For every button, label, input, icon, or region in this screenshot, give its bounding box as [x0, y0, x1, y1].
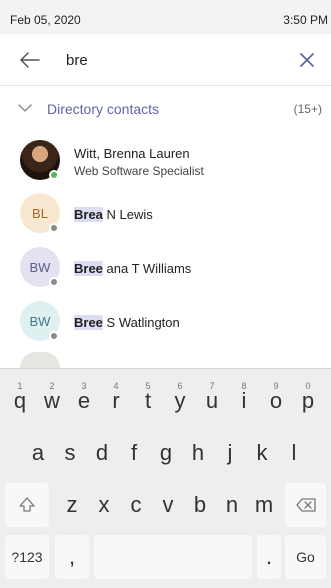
key-v[interactable]: v — [153, 483, 183, 527]
status-time: 3:50 PM — [283, 13, 328, 27]
search-bar — [0, 34, 331, 86]
directory-contacts-header[interactable]: Directory contacts (15+) — [0, 96, 331, 122]
status-bar: Feb 05, 2020 3:50 PM — [0, 0, 331, 34]
backspace-icon — [295, 498, 316, 512]
key-y[interactable]: 6y — [165, 379, 195, 423]
key-n[interactable]: n — [217, 483, 247, 527]
search-input[interactable] — [66, 48, 266, 72]
match-highlight: Bree — [74, 315, 103, 330]
contact-name-rest: ana T Williams — [102, 261, 192, 276]
contact-row[interactable]: Witt, Brenna Lauren Web Software Special… — [0, 136, 331, 188]
key-h[interactable]: h — [183, 431, 213, 475]
contact-name-rest: N Lewis — [102, 207, 153, 222]
key-b[interactable]: b — [185, 483, 215, 527]
key-w[interactable]: 2w — [37, 379, 67, 423]
key-d[interactable]: d — [87, 431, 117, 475]
contact-name-text: Witt, Brenna Lauren — [74, 146, 190, 161]
backspace-key[interactable] — [285, 483, 326, 527]
key-g[interactable]: g — [151, 431, 181, 475]
key-m[interactable]: m — [249, 483, 279, 527]
key-u[interactable]: 7u — [197, 379, 227, 423]
key-l[interactable]: l — [279, 431, 309, 475]
keyboard: 1q 2w 3e 4r 5t 6y 7u 8i 9o 0p a s d f g … — [0, 368, 331, 588]
contact-row[interactable]: BW Bree ana T Williams — [0, 243, 331, 295]
key-q[interactable]: 1q — [5, 379, 35, 423]
contact-role: Web Software Specialist — [74, 164, 204, 178]
contact-row[interactable]: BL Brea N Lewis — [0, 189, 331, 241]
period-key[interactable]: . — [257, 535, 281, 579]
arrow-left-icon[interactable] — [17, 47, 43, 73]
presence-offline-icon — [49, 331, 59, 341]
section-count: (15+) — [293, 102, 322, 116]
key-e[interactable]: 3e — [69, 379, 99, 423]
comma-key[interactable]: , — [55, 535, 89, 579]
go-key[interactable]: Go — [285, 535, 326, 579]
contact-name: Brea N Lewis — [74, 207, 153, 222]
key-j[interactable]: j — [215, 431, 245, 475]
contact-name-rest: S Watlington — [102, 315, 180, 330]
presence-offline-icon — [49, 277, 59, 287]
contact-name: Bree S Watlington — [74, 315, 180, 330]
shift-icon — [19, 497, 35, 512]
key-c[interactable]: c — [121, 483, 151, 527]
key-r[interactable]: 4r — [101, 379, 131, 423]
key-o[interactable]: 9o — [261, 379, 291, 423]
status-date: Feb 05, 2020 — [10, 13, 81, 27]
key-z[interactable]: z — [57, 483, 87, 527]
symbols-key[interactable]: ?123 — [5, 535, 49, 579]
contact-name: Witt, Brenna Lauren — [74, 146, 190, 161]
key-k[interactable]: k — [247, 431, 277, 475]
match-highlight: Bree — [74, 261, 103, 276]
chevron-down-icon — [17, 101, 33, 115]
section-title: Directory contacts — [47, 101, 160, 117]
key-s[interactable]: s — [55, 431, 85, 475]
key-a[interactable]: a — [23, 431, 53, 475]
key-x[interactable]: x — [89, 483, 119, 527]
shift-key[interactable] — [5, 483, 49, 527]
contact-name: Bree ana T Williams — [74, 261, 191, 276]
key-t[interactable]: 5t — [133, 379, 163, 423]
presence-available-icon — [49, 170, 59, 180]
key-p[interactable]: 0p — [293, 379, 323, 423]
space-key[interactable] — [94, 535, 252, 579]
presence-offline-icon — [49, 223, 59, 233]
contact-row[interactable]: BW Bree S Watlington — [0, 297, 331, 349]
key-f[interactable]: f — [119, 431, 149, 475]
key-i[interactable]: 8i — [229, 379, 259, 423]
avatar — [20, 352, 60, 368]
match-highlight: Brea — [74, 207, 103, 222]
close-icon[interactable] — [295, 48, 319, 72]
